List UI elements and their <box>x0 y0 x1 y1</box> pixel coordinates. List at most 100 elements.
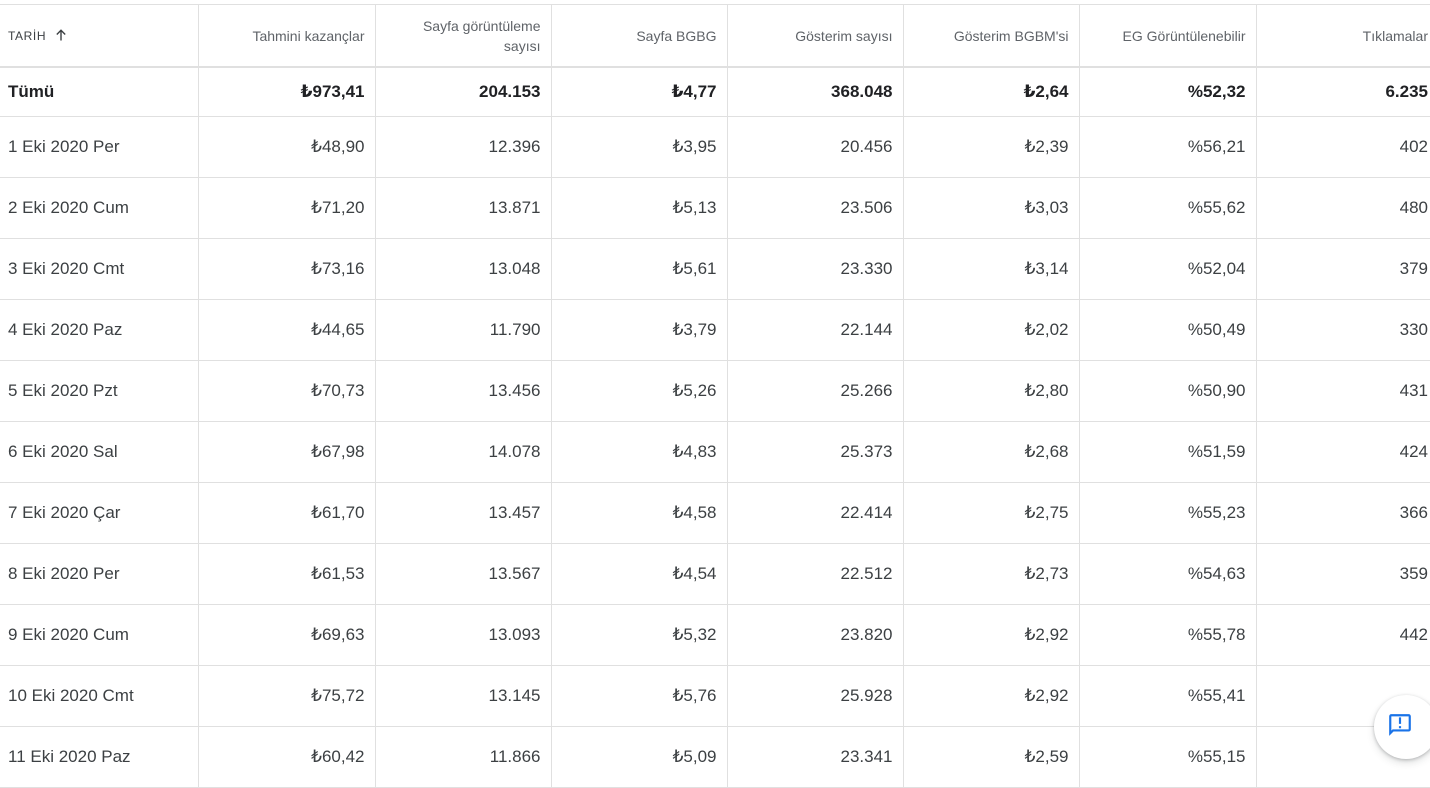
row-impression-rpm: ₺2,68 <box>903 421 1080 483</box>
row-date: 1 Eki 2020 Per <box>0 116 199 178</box>
row-viewable: %50,49 <box>1079 299 1257 361</box>
row-viewable: %55,41 <box>1079 665 1257 727</box>
column-header-date[interactable]: TARİH <box>0 5 199 68</box>
row-date: 4 Eki 2020 Paz <box>0 299 199 361</box>
row-earnings: ₺61,53 <box>198 543 376 605</box>
row-earnings: ₺61,70 <box>198 482 376 544</box>
row-clicks: 402 <box>1256 116 1430 178</box>
row-viewable: %55,62 <box>1079 177 1257 239</box>
column-header-viewable[interactable]: EG Görüntülenebilir <box>1079 5 1257 68</box>
row-page-rpm: ₺3,79 <box>551 299 728 361</box>
arrow-upward-icon[interactable] <box>54 27 68 47</box>
row-impressions: 23.506 <box>727 177 904 239</box>
row-earnings: ₺67,98 <box>198 421 376 483</box>
row-date: 6 Eki 2020 Sal <box>0 421 199 483</box>
row-impression-rpm: ₺2,75 <box>903 482 1080 544</box>
row-date: 3 Eki 2020 Cmt <box>0 238 199 300</box>
table-row: 2 Eki 2020 Cum ₺71,20 13.871 ₺5,13 23.506 ₺3,… <box>0 177 1430 239</box>
row-earnings: ₺75,72 <box>198 665 376 727</box>
row-impressions: 23.820 <box>727 604 904 666</box>
row-page-rpm: ₺5,09 <box>551 726 728 788</box>
row-pageviews: 13.567 <box>375 543 552 605</box>
row-page-rpm: ₺5,32 <box>551 604 728 666</box>
row-impressions: 20.456 <box>727 116 904 178</box>
row-page-rpm: ₺4,83 <box>551 421 728 483</box>
column-header-page-rpm[interactable]: Sayfa BGBG <box>551 5 728 68</box>
row-pageviews: 13.048 <box>375 238 552 300</box>
row-impression-rpm: ₺2,59 <box>903 726 1080 788</box>
row-impressions: 25.373 <box>727 421 904 483</box>
row-date: 11 Eki 2020 Paz <box>0 726 199 788</box>
row-pageviews: 14.078 <box>375 421 552 483</box>
row-page-rpm: ₺5,26 <box>551 360 728 422</box>
row-page-rpm: ₺5,61 <box>551 238 728 300</box>
row-date: 9 Eki 2020 Cum <box>0 604 199 666</box>
table-row: 8 Eki 2020 Per ₺61,53 13.567 ₺4,54 22.512 ₺2,… <box>0 543 1430 605</box>
row-clicks: 442 <box>1256 604 1430 666</box>
row-clicks: 431 <box>1256 360 1430 422</box>
row-viewable: %56,21 <box>1079 116 1257 178</box>
column-header-clicks[interactable]: Tıklamalar <box>1256 5 1430 68</box>
column-header-impression-rpm[interactable]: Gösterim BGBM'si <box>903 5 1080 68</box>
row-date: 2 Eki 2020 Cum <box>0 177 199 239</box>
table-row: 6 Eki 2020 Sal ₺67,98 14.078 ₺4,83 25.373 ₺2,… <box>0 421 1430 483</box>
total-viewable: %52,32 <box>1079 67 1257 117</box>
row-clicks: 424 <box>1256 421 1430 483</box>
table-row: 4 Eki 2020 Paz ₺44,65 11.790 ₺3,79 22.144 ₺2,… <box>0 299 1430 361</box>
column-header-pageviews[interactable]: Sayfa görüntüleme sayısı <box>375 5 552 68</box>
row-impressions: 23.330 <box>727 238 904 300</box>
row-viewable: %52,04 <box>1079 238 1257 300</box>
row-clicks: 366 <box>1256 482 1430 544</box>
row-clicks: 379 <box>1256 238 1430 300</box>
row-impression-rpm: ₺2,73 <box>903 543 1080 605</box>
row-viewable: %55,23 <box>1079 482 1257 544</box>
row-page-rpm: ₺5,13 <box>551 177 728 239</box>
row-viewable: %54,63 <box>1079 543 1257 605</box>
feedback-button[interactable] <box>1374 695 1430 759</box>
row-viewable: %51,59 <box>1079 421 1257 483</box>
row-impression-rpm: ₺2,80 <box>903 360 1080 422</box>
row-earnings: ₺44,65 <box>198 299 376 361</box>
row-pageviews: 11.866 <box>375 726 552 788</box>
row-impressions: 23.341 <box>727 726 904 788</box>
table-row: 1 Eki 2020 Per ₺48,90 12.396 ₺3,95 20.456 ₺2,… <box>0 116 1430 178</box>
row-impressions: 22.414 <box>727 482 904 544</box>
row-date: 7 Eki 2020 Çar <box>0 482 199 544</box>
table-row: 11 Eki 2020 Paz ₺60,42 11.866 ₺5,09 23.341 ₺2… <box>0 726 1430 788</box>
total-impressions: 368.048 <box>727 67 904 117</box>
row-viewable: %55,78 <box>1079 604 1257 666</box>
row-page-rpm: ₺4,58 <box>551 482 728 544</box>
row-impression-rpm: ₺2,92 <box>903 604 1080 666</box>
row-pageviews: 13.456 <box>375 360 552 422</box>
column-header-earnings[interactable]: Tahmini kazançlar <box>198 5 376 68</box>
row-impressions: 22.144 <box>727 299 904 361</box>
row-impression-rpm: ₺3,03 <box>903 177 1080 239</box>
row-impressions: 25.266 <box>727 360 904 422</box>
row-earnings: ₺60,42 <box>198 726 376 788</box>
table-header-row: TARİH Tahmini kazançlar Sayfa görüntülem… <box>0 5 1430 68</box>
row-clicks: 330 <box>1256 299 1430 361</box>
row-impression-rpm: ₺2,02 <box>903 299 1080 361</box>
row-earnings: ₺48,90 <box>198 116 376 178</box>
column-header-date-label: TARİH <box>8 28 47 43</box>
table-row: 7 Eki 2020 Çar ₺61,70 13.457 ₺4,58 22.414 ₺2,… <box>0 482 1430 544</box>
row-clicks: 480 <box>1256 177 1430 239</box>
row-impressions: 25.928 <box>727 665 904 727</box>
row-pageviews: 13.145 <box>375 665 552 727</box>
row-page-rpm: ₺5,76 <box>551 665 728 727</box>
row-pageviews: 12.396 <box>375 116 552 178</box>
row-earnings: ₺71,20 <box>198 177 376 239</box>
column-header-impressions[interactable]: Gösterim sayısı <box>727 5 904 68</box>
row-page-rpm: ₺3,95 <box>551 116 728 178</box>
report-table: TARİH Tahmini kazançlar Sayfa görüntülem… <box>0 5 1430 788</box>
total-label: Tümü <box>0 67 199 117</box>
row-page-rpm: ₺4,54 <box>551 543 728 605</box>
row-earnings: ₺69,63 <box>198 604 376 666</box>
row-impression-rpm: ₺2,92 <box>903 665 1080 727</box>
row-date: 5 Eki 2020 Pzt <box>0 360 199 422</box>
row-viewable: %50,90 <box>1079 360 1257 422</box>
row-earnings: ₺70,73 <box>198 360 376 422</box>
total-row: Tümü ₺973,41 204.153 ₺4,77 368.048 ₺2,64… <box>0 67 1430 117</box>
total-clicks: 6.235 <box>1256 67 1430 117</box>
table-row: 10 Eki 2020 Cmt ₺75,72 13.145 ₺5,76 25.928 ₺2… <box>0 665 1430 727</box>
